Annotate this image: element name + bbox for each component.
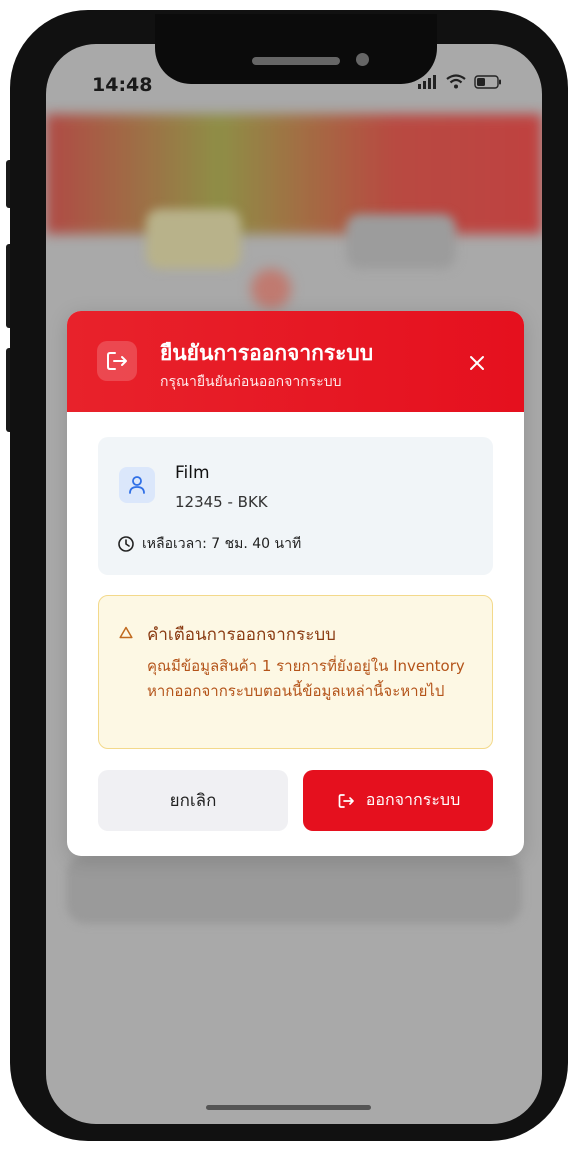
- status-time: 14:48: [92, 74, 153, 96]
- background-list-item: [66, 854, 522, 924]
- status-icons: [418, 74, 502, 89]
- notch-camera: [356, 53, 369, 66]
- logout-button-label: ออกจากระบบ: [365, 790, 461, 809]
- logout-icon: [338, 793, 354, 808]
- dialog-title: ยืนยันการออกจากระบบ: [160, 341, 374, 365]
- home-indicator[interactable]: [206, 1105, 371, 1110]
- wifi-icon: [446, 74, 466, 89]
- logout-confirm-dialog: ยืนยันการออกจากระบบ กรุณายืนยันก่อนออกจา…: [67, 311, 524, 856]
- time-remaining-text: เหลือเวลา: 7 ชม. 40 นาที: [142, 536, 302, 552]
- close-button[interactable]: [463, 349, 491, 377]
- dialog-header: ยืนยันการออกจากระบบ กรุณายืนยันก่อนออกจา…: [67, 311, 524, 412]
- notch-speaker: [252, 57, 340, 65]
- warning-triangle-icon: [119, 626, 133, 639]
- background-card: [146, 209, 241, 269]
- dialog-subtitle: กรุณายืนยันก่อนออกจากระบบ: [160, 374, 342, 390]
- logout-button[interactable]: ออกจากระบบ: [303, 770, 493, 831]
- background-card: [346, 214, 456, 269]
- user-icon: [119, 467, 155, 503]
- user-info-card: Film 12345 - BKK เหลือเวลา: 7 ชม. 40 นาท…: [98, 437, 493, 575]
- warning-message: คุณมีข้อมูลสินค้า 1 รายการที่ยังอยู่ใน I…: [147, 657, 465, 700]
- close-icon: [470, 356, 484, 370]
- time-remaining: เหลือเวลา: 7 ชม. 40 นาที: [117, 533, 301, 555]
- logout-warning-box: คำเตือนการออกจากระบบ คุณมีข้อมูลสินค้า 1…: [98, 595, 493, 749]
- cancel-button[interactable]: ยกเลิก: [98, 770, 288, 831]
- clock-icon: [118, 536, 134, 552]
- background-avatar: [251, 269, 291, 309]
- warning-title: คำเตือนการออกจากระบบ: [147, 625, 336, 645]
- user-name: Film: [175, 463, 210, 483]
- logout-icon: [97, 341, 137, 381]
- user-branch-code: 12345 - BKK: [175, 493, 268, 511]
- battery-icon: [474, 74, 501, 89]
- notch: [155, 14, 437, 84]
